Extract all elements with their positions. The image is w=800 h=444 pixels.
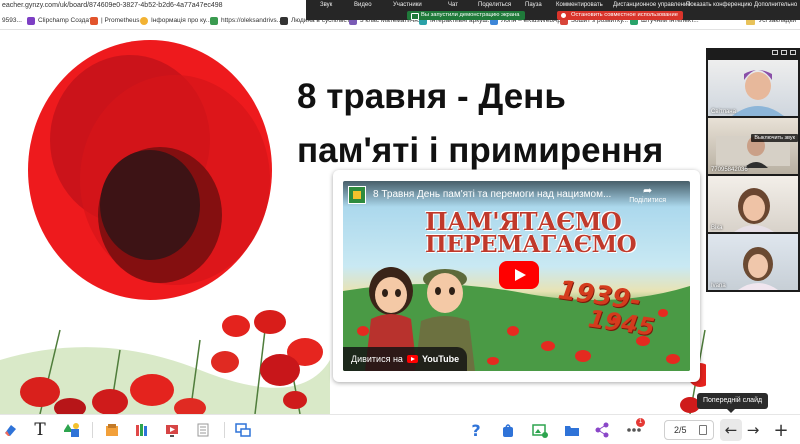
watch-on-youtube-button[interactable]: Дивитися на YouTube [343, 347, 468, 371]
participant-video [734, 188, 774, 232]
site-icon [210, 17, 218, 25]
mute-tooltip[interactable]: Выключить звук [751, 134, 798, 142]
participant-tile[interactable]: Світлана [708, 60, 798, 116]
prometheus-icon [90, 17, 98, 25]
bookmark-label: 9593... [2, 17, 22, 24]
image-add-icon[interactable] [530, 420, 550, 440]
screen-share-notice: Вы запустили демонстрацию экрана [407, 11, 526, 20]
participant-name: Ivana [711, 283, 726, 289]
participant-tile[interactable]: Ivana [708, 234, 798, 290]
channel-logo[interactable] [348, 186, 366, 204]
expand-icon[interactable] [790, 50, 796, 55]
bookmark-item[interactable]: Clipchamp Создать [27, 16, 95, 26]
conference-toolbar: Звук Видео Участники Чат Поделиться Пауз… [306, 0, 800, 11]
participant-name: Світлана [711, 109, 736, 115]
share-button[interactable]: ➦ Поділитися [629, 185, 666, 204]
bookmark-item[interactable]: https://oleksandrivs... [210, 16, 282, 26]
participant-name: Віка [711, 225, 723, 231]
bookmark-label: | Prometheus [101, 17, 140, 24]
conf-menu-show-conference[interactable]: Показать конференцию [686, 0, 752, 11]
conference-status-bar [306, 11, 800, 20]
poppy-field [0, 310, 330, 414]
bag-icon[interactable] [498, 420, 518, 440]
participant-video [738, 247, 778, 290]
bottom-toolbar: T ? 1 2/5 ← → + [0, 414, 800, 444]
share-label: Поділитися [629, 197, 666, 204]
share-icon: ➦ [642, 185, 653, 197]
page-indicator-text: 2/5 [674, 425, 687, 435]
conf-menu-chat[interactable]: Чат [448, 0, 458, 11]
books-icon[interactable] [132, 420, 152, 440]
slogan-line-2: ПЕРЕМАГАЄМО [425, 231, 637, 258]
stop-sharing-button[interactable]: Остановить совместное использование [557, 11, 683, 20]
participants-panel: Світлана 77095842036 Выключить звук Віка… [706, 48, 800, 292]
share-nodes-icon[interactable] [592, 420, 612, 440]
video-title[interactable]: 8 Травня День пам'яті та перемоги над на… [373, 189, 633, 200]
layout-icon[interactable] [781, 50, 787, 55]
previous-slide-button[interactable]: ← [720, 419, 742, 441]
bookmark-item[interactable]: | Prometheus [90, 16, 140, 26]
notification-badge: 1 [636, 418, 645, 427]
notes-icon[interactable] [193, 420, 213, 440]
youtube-wordmark: YouTube [421, 354, 460, 364]
lightbulb-icon [140, 17, 148, 25]
bookmark-item[interactable]: Інформація про ку... [140, 16, 211, 26]
next-slide-button[interactable]: → [742, 419, 764, 441]
divider [224, 422, 225, 438]
text-tool-icon[interactable]: T [30, 420, 50, 440]
watch-on-label: Дивитися на [351, 354, 403, 364]
clipchamp-icon [27, 17, 35, 25]
add-slide-button[interactable]: + [770, 419, 792, 441]
minimize-icon[interactable] [772, 50, 778, 55]
presentation-video-icon[interactable] [162, 420, 182, 440]
conf-menu-audio[interactable]: Звук [320, 0, 332, 11]
video-player[interactable]: 8 Травня День пам'яті та перемоги над на… [343, 181, 690, 371]
bookmark-item[interactable]: 9593... [2, 16, 22, 26]
poppy-flower-large [28, 40, 272, 300]
help-icon[interactable]: ? [466, 420, 486, 440]
conf-menu-annotate[interactable]: Комментировать [556, 0, 603, 11]
conf-menu-remote-control[interactable]: Дистанционное управление [613, 0, 691, 11]
shapes-icon[interactable] [62, 420, 82, 440]
youtube-icon [406, 355, 418, 363]
conf-menu-pause[interactable]: Пауза [525, 0, 542, 11]
folder-icon[interactable] [562, 420, 582, 440]
previous-slide-tooltip: Попередній слайд [697, 393, 769, 413]
participant-tile[interactable]: 77095842036 Выключить звук [708, 118, 798, 174]
screens-icon[interactable] [233, 420, 253, 440]
media-library-icon[interactable] [102, 420, 122, 440]
bookmark-label: Clipchamp Создать [38, 17, 96, 24]
conf-menu-participants[interactable]: Участники [393, 0, 422, 11]
slides-overview-icon [699, 425, 707, 435]
slide-canvas: 8 травня - День пам'яті і примирення 8 Т… [0, 30, 706, 414]
eraser-icon[interactable] [0, 420, 20, 440]
title-line-1: 8 травня - День [297, 77, 566, 116]
participant-name: 77095842036 [711, 167, 748, 173]
youtube-play-button[interactable] [499, 261, 539, 289]
participant-video [716, 136, 790, 168]
panel-controls [706, 48, 800, 58]
conf-menu-video[interactable]: Видео [354, 0, 372, 11]
divider [92, 422, 93, 438]
conf-menu-share[interactable]: Поделиться [478, 0, 511, 11]
conf-menu-more[interactable]: Дополнительно [754, 0, 797, 11]
participant-video [732, 70, 784, 116]
page-title: 8 травня - День пам'яті і примирення [297, 70, 706, 178]
bookmark-label: Інформація про ку... [151, 17, 212, 24]
bookmark-label: https://oleksandrivs... [221, 17, 283, 24]
slide-page-indicator[interactable]: 2/5 [664, 420, 714, 440]
video-embed-card: 8 Травня День пам'яті та перемоги над на… [333, 170, 700, 382]
participant-tile[interactable]: Віка [708, 176, 798, 232]
site-icon [280, 17, 288, 25]
